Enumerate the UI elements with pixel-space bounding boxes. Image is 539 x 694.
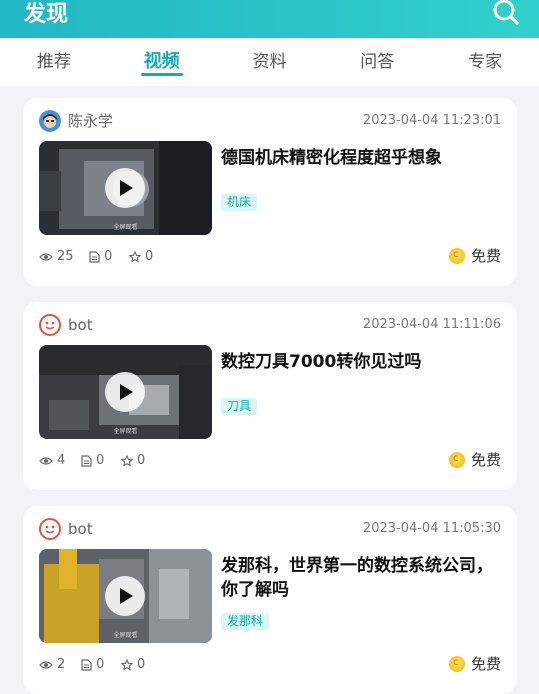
document-icon [81,659,92,671]
doc-count: 0 [81,452,104,470]
author-name[interactable]: bot [68,517,93,541]
publish-time: 2023-04-04 11:11:06 [362,317,501,332]
tab-qa[interactable]: 问答 [323,38,431,86]
video-title[interactable]: 德国机床精密化程度超乎想象 [221,146,501,170]
app-header: 发现 [0,0,539,38]
video-title[interactable]: 发那科，世界第一的数控系统公司，你了解吗 [221,554,501,602]
author-name[interactable]: 陈永学 [68,109,113,133]
doc-count: 0 [89,248,112,266]
tab-experts[interactable]: 专家 [431,38,539,86]
star-count[interactable]: 0 [121,452,145,470]
star-count[interactable]: 0 [129,248,153,266]
view-count: 4 [39,452,65,470]
play-button[interactable] [105,168,145,208]
video-card[interactable]: 陈永学 2023-04-04 11:23:01 全屏观看 德国机床精密化程度超乎… [23,98,517,286]
star-count[interactable]: 0 [121,656,145,674]
page-title: 发现 [24,2,69,27]
publish-time: 2023-04-04 11:05:30 [362,521,501,536]
star-icon [121,455,133,467]
video-thumbnail[interactable]: 全屏观看 [39,345,212,439]
tab-video[interactable]: 视频 [108,38,216,86]
category-tabs: 推荐 视频 资料 问答 专家 [0,38,539,86]
video-card[interactable]: bot 2023-04-04 11:11:06 全屏观看 数控刀具7000转你见… [23,302,517,490]
star-icon [129,251,141,263]
price-label: 免费 [448,448,501,471]
view-count: 2 [39,656,65,674]
play-button[interactable] [105,372,145,412]
video-thumbnail[interactable]: 全屏观看 [39,141,212,235]
video-tag[interactable]: 机床 [221,194,258,211]
eye-icon [39,661,53,669]
price-label: 免费 [448,652,501,675]
eye-icon [39,457,53,465]
document-icon [81,455,92,467]
bot-avatar-icon[interactable] [39,314,61,336]
publish-time: 2023-04-04 11:23:01 [362,113,501,128]
star-icon [121,659,133,671]
video-tag[interactable]: 发那科 [221,613,270,630]
video-tag[interactable]: 刀具 [221,398,258,415]
video-thumbnail[interactable]: 全屏观看 [39,549,212,643]
coin-icon [448,652,465,674]
document-icon [89,251,100,263]
coin-icon [448,244,465,266]
doc-count: 0 [81,656,104,674]
view-count: 25 [39,248,74,266]
play-button[interactable] [105,576,145,616]
bot-avatar-icon[interactable] [39,518,61,540]
video-card[interactable]: bot 2023-04-04 11:05:30 全屏观看 发那科，世界第一的数控… [23,506,517,694]
video-title[interactable]: 数控刀具7000转你见过吗 [221,350,501,374]
tab-recommend[interactable]: 推荐 [0,38,108,86]
price-label: 免费 [448,244,501,267]
active-tab-indicator [140,73,183,76]
search-icon[interactable] [491,0,521,26]
tab-materials[interactable]: 资料 [216,38,324,86]
eye-icon [39,253,53,261]
user-avatar-icon[interactable] [39,110,61,132]
coin-icon [448,448,465,470]
author-name[interactable]: bot [68,313,93,337]
